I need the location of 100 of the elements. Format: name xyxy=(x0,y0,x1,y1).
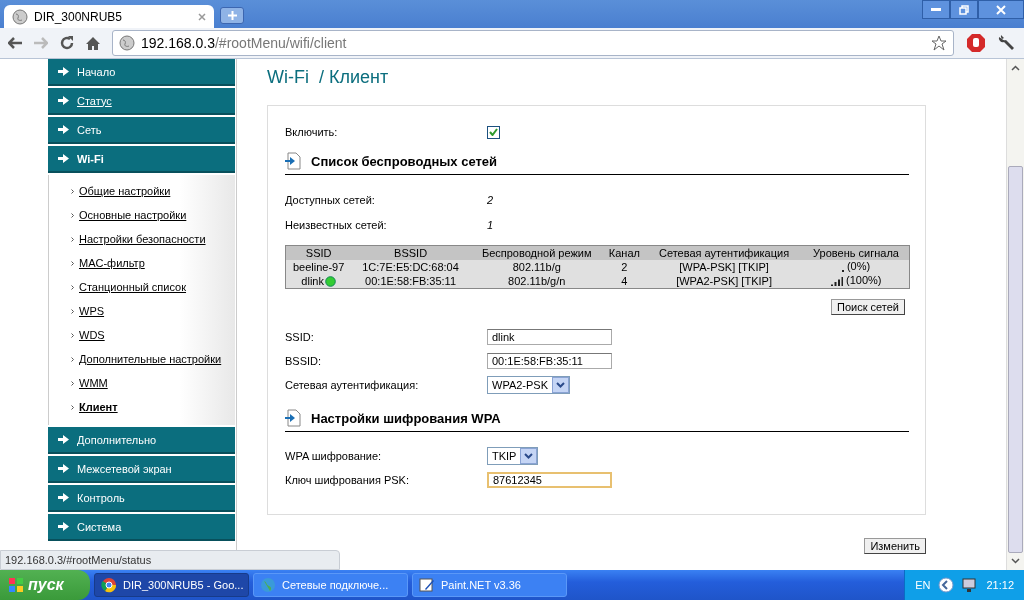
table-cell: [WPA-PSK] [TKIP] xyxy=(679,261,769,273)
close-icon[interactable] xyxy=(198,12,206,21)
menu-item[interactable]: Статус xyxy=(48,88,235,115)
new-tab-button[interactable] xyxy=(220,7,244,24)
bullet-icon xyxy=(71,212,74,218)
select-dropdown[interactable]: TKIP xyxy=(487,447,539,465)
bullet-icon xyxy=(71,260,74,266)
submenu-link[interactable]: WPS xyxy=(79,305,105,317)
arrow-icon xyxy=(58,67,69,76)
field-label: WPA шифрование: xyxy=(285,450,383,462)
arrow-icon xyxy=(58,96,69,105)
star-icon[interactable] xyxy=(931,35,947,51)
table-cell: 802.11b/g xyxy=(512,261,561,273)
scroll-up-icon[interactable] xyxy=(1011,65,1020,71)
stat-value: 2 xyxy=(487,193,494,206)
column-header: Беспроводной режим xyxy=(469,245,604,260)
browser-icon xyxy=(101,577,117,593)
column-header: BSSID xyxy=(351,245,470,260)
reload-icon[interactable] xyxy=(60,36,74,50)
submenu-link[interactable]: WDS xyxy=(79,329,105,341)
clock-text: 21:12 xyxy=(986,579,1014,591)
table-cell: 00:1E:58:FB:35:11 xyxy=(365,275,457,287)
table-cell: 2 xyxy=(621,261,628,273)
network-row[interactable]: dlink 00:1E:58:FB:35:11 802.11b/g/n 4 [WPA2-PSK] [TKIP] (100%) xyxy=(285,274,910,289)
dropdown-icon xyxy=(520,448,538,464)
scroll-down-icon[interactable] xyxy=(1011,558,1020,564)
taskbar-button[interactable]: Сетевые подключе... xyxy=(253,573,408,597)
bullet-icon xyxy=(71,236,74,242)
page-title: Wi-Fi / Клиент xyxy=(267,67,390,89)
menu-item[interactable]: Сеть xyxy=(48,117,235,144)
table-cell: [WPA2-PSK] [TKIP] xyxy=(676,275,772,287)
submenu-link[interactable]: Настройки безопасности xyxy=(79,233,206,245)
signal-icon xyxy=(830,276,844,286)
stop-sign-icon[interactable] xyxy=(966,33,986,53)
arrow-icon xyxy=(58,125,69,134)
submenu-link[interactable]: Общие настройки xyxy=(79,185,171,197)
menu-item[interactable]: Дополнительно xyxy=(48,427,235,454)
minimize-icon xyxy=(931,8,941,11)
apply-button[interactable]: Изменить xyxy=(864,538,926,554)
plus-icon xyxy=(227,11,237,20)
restore-icon xyxy=(959,4,969,15)
minimize-button[interactable] xyxy=(922,0,950,19)
submenu-link[interactable]: MAC-фильтр xyxy=(79,257,145,269)
bullet-icon xyxy=(71,284,74,290)
enable-checkbox[interactable] xyxy=(487,125,500,139)
scan-button[interactable]: Поиск сетей xyxy=(831,299,905,315)
table-cell: 1C:7E:E5:DC:68:04 xyxy=(362,261,459,273)
taskbar-button[interactable]: DIR_300NRUB5 - Goo... xyxy=(94,573,249,597)
chevron-icon[interactable] xyxy=(938,577,955,593)
menu-item[interactable]: Контроль xyxy=(48,485,235,512)
submenu-link[interactable]: Основные настройки xyxy=(79,209,187,221)
bullet-icon xyxy=(71,308,74,314)
monitor-icon xyxy=(962,577,979,593)
close-icon xyxy=(996,4,1006,15)
table-cell: 4 xyxy=(621,275,628,287)
arrow-icon xyxy=(58,154,69,163)
address-bar[interactable]: 192.168.0.3/#rootMenu/wifi/client xyxy=(112,30,954,56)
close-button[interactable] xyxy=(978,0,1024,19)
wrench-icon[interactable] xyxy=(998,34,1016,52)
select-dropdown[interactable]: WPA2-PSK xyxy=(487,376,571,394)
scrollbar[interactable] xyxy=(1006,59,1024,570)
language-indicator: EN xyxy=(915,579,931,591)
paint-icon xyxy=(419,577,435,593)
restore-button[interactable] xyxy=(950,0,978,19)
globe-icon xyxy=(119,35,135,51)
arrow-icon xyxy=(58,522,69,531)
bullet-icon xyxy=(71,188,74,194)
field-label: Ключ шифрования PSK: xyxy=(285,474,410,486)
bullet-icon xyxy=(71,332,74,338)
field-label: Неизвестных сетей: xyxy=(285,218,388,231)
home-icon[interactable] xyxy=(86,36,100,50)
menu-item[interactable]: Система xyxy=(48,514,235,541)
field-label: Доступных сетей: xyxy=(285,193,376,206)
text-field[interactable]: 87612345 xyxy=(487,472,612,488)
menu-item[interactable]: Wi-Fi xyxy=(48,146,235,173)
text-field[interactable]: 00:1E:58:FB:35:11 xyxy=(487,353,612,369)
submenu-link[interactable]: WMM xyxy=(79,377,108,389)
document-icon xyxy=(285,409,301,427)
network-row[interactable]: beeline-97 1C:7E:E5:DC:68:04 802.11b/g 2 [WPA-PSK] [TKIP] (0%) xyxy=(285,260,910,274)
section-heading: Список беспроводных сетей xyxy=(311,153,498,169)
status-url: 192.168.0.3/#rootMenu/status xyxy=(0,550,340,570)
globe-icon xyxy=(12,8,28,25)
column-header: Канал xyxy=(603,245,646,260)
submenu-link[interactable]: Дополнительные настройки xyxy=(79,353,222,365)
submenu-link[interactable]: Станционный список xyxy=(79,281,187,293)
table-cell: dlink xyxy=(301,275,324,287)
bullet-icon xyxy=(71,404,74,410)
field-label: Сетевая аутентификация: xyxy=(285,379,420,391)
menu-item[interactable]: Межсетевой экран xyxy=(48,456,235,483)
table-cell: beeline-97 xyxy=(292,261,345,273)
field-label: Включить: xyxy=(285,126,339,138)
back-icon[interactable] xyxy=(8,37,22,49)
column-header: Сетевая аутентификация xyxy=(645,245,804,260)
taskbar-button[interactable]: Paint.NET v3.36 xyxy=(412,573,567,597)
menu-item[interactable]: Начало xyxy=(48,59,235,86)
arrow-icon xyxy=(58,493,69,502)
field-label: SSID: xyxy=(285,331,315,343)
text-field[interactable]: dlink xyxy=(487,329,612,345)
submenu-link[interactable]: Клиент xyxy=(79,401,118,413)
browser-tab[interactable]: DIR_300NRUB5 xyxy=(4,5,214,28)
